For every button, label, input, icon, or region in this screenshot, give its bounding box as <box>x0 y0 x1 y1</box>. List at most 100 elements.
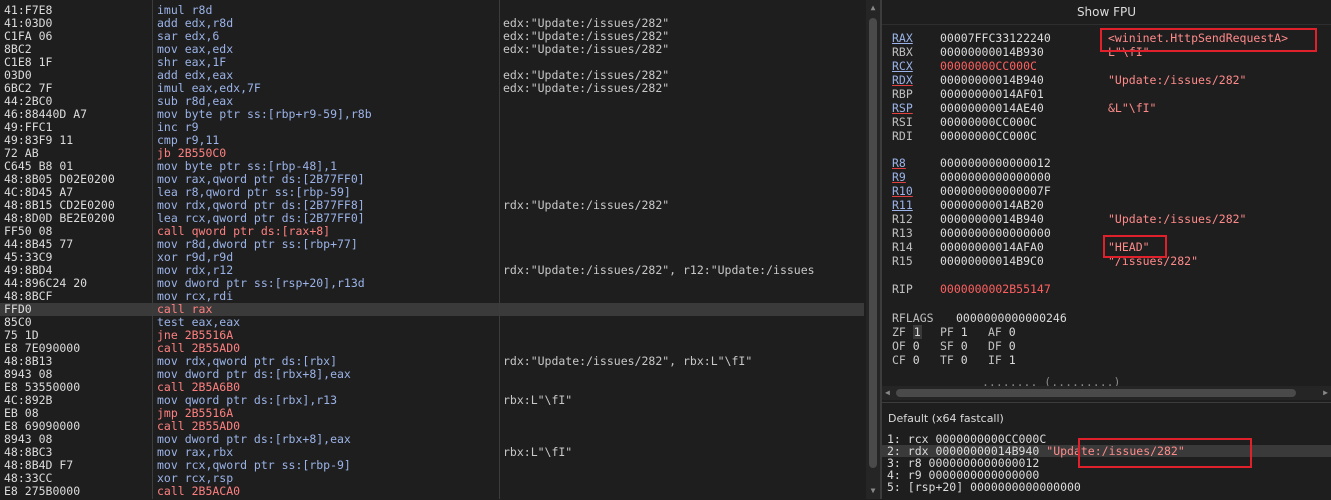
register-value[interactable]: 00000000014AF01 <box>940 87 1044 101</box>
disasm-row[interactable]: 85C0 test eax,eax <box>0 316 864 329</box>
flag-of[interactable]: OF 0 <box>892 339 920 353</box>
flag-if[interactable]: IF 1 <box>988 353 1016 367</box>
register-row[interactable]: R8 0000000000000012 <box>882 156 1331 170</box>
disasm-row[interactable]: 8BC2 mov eax,edx edx:"Update:/issues/282" <box>0 43 864 56</box>
disasm-row[interactable]: 46:88440D A7 mov byte ptr ss:[rbp+r9-59],… <box>0 108 864 121</box>
call-convention-pane[interactable]: Default (x64 fastcall) 1: rcx 0000000000… <box>882 402 1331 500</box>
register-row[interactable]: RSI 00000000CC000C <box>882 115 1331 129</box>
register-row[interactable]: RSP 00000000014AE40 &L"\fI" <box>882 101 1331 115</box>
flag-value[interactable]: 0 <box>961 339 968 353</box>
disasm-row[interactable]: 8943 08 mov dword ptr ds:[rbx+8],eax <box>0 433 864 446</box>
flag-value[interactable]: 1 <box>961 325 968 339</box>
flag-value[interactable]: 0 <box>913 353 920 367</box>
disasm-row[interactable]: 48:8BCF mov rcx,rdi <box>0 290 864 303</box>
register-row-rip[interactable]: RIP 0000000002B55147 <box>882 282 1331 296</box>
disasm-row[interactable]: 41:03D0 add edx,r8d edx:"Update:/issues/28… <box>0 17 864 30</box>
flag-sf[interactable]: SF 0 <box>940 339 968 353</box>
scroll-down-icon[interactable]: ▼ <box>868 486 878 496</box>
scroll-left-icon[interactable]: ◀ <box>885 386 890 400</box>
register-value[interactable]: 00000000014AB20 <box>940 198 1044 212</box>
register-row[interactable]: R10 000000000000007F <box>882 184 1331 198</box>
register-value[interactable]: 00000000014B940 <box>940 212 1044 226</box>
show-fpu-button[interactable]: Show FPU <box>882 0 1331 25</box>
flag-value[interactable]: 0 <box>1009 325 1016 339</box>
register-value[interactable]: 0000000000000000 <box>940 226 1051 240</box>
register-value[interactable]: 00007FFC33122240 <box>940 31 1051 45</box>
disasm-row[interactable]: 6BC2 7F imul eax,edx,7F edx:"Update:/issue… <box>0 82 864 95</box>
register-value[interactable]: 00000000014B9C0 <box>940 254 1044 268</box>
register-row[interactable]: RDI 00000000CC000C <box>882 129 1331 143</box>
register-row[interactable]: R12 00000000014B940 "Update:/issues/282" <box>882 212 1331 226</box>
register-row-rflags[interactable]: RFLAGS 0000000000000246 <box>882 311 1331 325</box>
flag-value[interactable]: 1 <box>1009 353 1016 367</box>
flag-value[interactable]: 0 <box>913 339 920 353</box>
flag-cf[interactable]: CF 0 <box>892 353 920 367</box>
flag-value[interactable]: 0 <box>1009 339 1016 353</box>
disasm-row[interactable]: 48:8B4D F7 mov rcx,qword ptr ss:[rbp-9] <box>0 459 864 472</box>
disasm-row[interactable]: FFD0 call rax <box>0 303 864 316</box>
disasm-row[interactable]: C1E8 1F shr eax,1F <box>0 56 864 69</box>
register-value[interactable]: 00000000CC000C <box>940 59 1037 73</box>
flag-value[interactable]: 0 <box>961 353 968 367</box>
flag-zf[interactable]: ZF 1 <box>892 325 922 339</box>
disasm-row[interactable]: 48:8B15 CD2E0200 mov rdx,qword ptr ds:[2B… <box>0 199 864 212</box>
disasm-row[interactable]: E8 275B0000 call 2B5ACA0 <box>0 485 864 498</box>
flag-value[interactable]: 1 <box>912 325 922 339</box>
register-value[interactable]: 0000000000000246 <box>956 311 1067 325</box>
register-value[interactable]: 00000000014B930 <box>940 45 1044 59</box>
disasm-row[interactable]: 48:8BC3 mov rax,rbx rbx:L"\fI" <box>0 446 864 459</box>
flag-af[interactable]: AF 0 <box>988 325 1016 339</box>
register-value[interactable]: 0000000000000012 <box>940 156 1051 170</box>
flag-tf[interactable]: TF 0 <box>940 353 968 367</box>
register-row[interactable]: RDX 00000000014B940 "Update:/issues/282" <box>882 73 1331 87</box>
register-value[interactable]: 0000000002B55147 <box>940 282 1051 296</box>
disasm-row[interactable]: 4C:8D45 A7 lea r8,qword ptr ss:[rbp-59] <box>0 186 864 199</box>
flag-pf[interactable]: PF 1 <box>940 325 968 339</box>
disasm-row[interactable]: 44:896C24 20 mov dword ptr ss:[rsp+20],r1… <box>0 277 864 290</box>
register-value[interactable]: 000000000000007F <box>940 184 1051 198</box>
scroll-right-icon[interactable]: ▶ <box>1323 386 1328 400</box>
disasm-row[interactable]: C645 B8 01 mov byte ptr ss:[rbp-48],1 <box>0 160 864 173</box>
disasm-row[interactable]: 49:83F9 11 cmp r9,11 <box>0 134 864 147</box>
disasm-row[interactable]: EB 08 jmp 2B5516A <box>0 407 864 420</box>
disasm-row[interactable]: 41:F7E8 imul r8d <box>0 4 864 17</box>
register-value[interactable]: 00000000014AFA0 <box>940 240 1044 254</box>
disasm-row[interactable]: 49:FFC1 inc r9 <box>0 121 864 134</box>
disasm-row[interactable]: 49:8BD4 mov rdx,r12 rdx:"Update:/issues/28… <box>0 264 864 277</box>
disasm-row[interactable]: 75 1D jne 2B5516A <box>0 329 864 342</box>
disasm-row[interactable]: FF50 08 call qword ptr ds:[rax+8] <box>0 225 864 238</box>
disasm-column-divider <box>152 0 153 499</box>
disasm-row[interactable]: E8 53550000 call 2B5A6B0 <box>0 381 864 394</box>
flag-df[interactable]: DF 0 <box>988 339 1016 353</box>
register-value[interactable]: 00000000014AE40 <box>940 101 1044 115</box>
disasm-row[interactable]: 44:8B45 77 mov r8d,dword ptr ss:[rbp+77] <box>0 238 864 251</box>
disasm-row[interactable]: 48:8B05 D02E0200 mov rax,qword ptr ds:[2B… <box>0 173 864 186</box>
register-row[interactable]: RBP 00000000014AF01 <box>882 87 1331 101</box>
scroll-thumb[interactable] <box>896 389 1296 397</box>
register-value[interactable]: 00000000CC000C <box>940 115 1037 129</box>
callstack-row[interactable]: 5: [rsp+20] 0000000000000000 <box>887 481 1081 493</box>
disasm-scrollbar[interactable]: ▲ ▼ <box>866 0 880 499</box>
disasm-row[interactable]: 72 AB jb 2B550C0 <box>0 147 864 160</box>
instruction-bytes: E8 275B0000 <box>4 484 81 498</box>
disasm-row[interactable]: 44:2BC0 sub r8d,eax <box>0 95 864 108</box>
register-row[interactable]: RCX 00000000CC000C <box>882 59 1331 73</box>
scroll-thumb[interactable] <box>869 18 877 468</box>
registers-scrollbar[interactable]: ◀ ▶ <box>882 386 1331 400</box>
disasm-row[interactable]: C1FA 06 sar edx,6 edx:"Update:/issues/282" <box>0 30 864 43</box>
disasm-row[interactable]: E8 69090000 call 2B55AD0 <box>0 420 864 433</box>
register-value[interactable]: 00000000CC000C <box>940 129 1037 143</box>
register-row[interactable]: R9 0000000000000000 <box>882 170 1331 184</box>
disasm-row[interactable]: 03D0 add edx,eax edx:"Update:/issues/282" <box>0 69 864 82</box>
register-value[interactable]: 00000000014B940 <box>940 73 1044 87</box>
scroll-up-icon[interactable]: ▲ <box>868 3 878 13</box>
registers-pane[interactable]: Show FPU RAX 00007FFC33122240 <wininet.Htt… <box>882 0 1331 400</box>
register-value[interactable]: 0000000000000000 <box>940 170 1051 184</box>
disassembly-pane[interactable]: 41:F7E8 imul r8d 41:03D0 add edx,r8d edx:"Up… <box>0 0 864 499</box>
disasm-row[interactable]: 8943 08 mov dword ptr ds:[rbx+8],eax <box>0 368 864 381</box>
disasm-row[interactable]: 48:8B13 mov rdx,qword ptr ds:[rbx] rdx:"Up… <box>0 355 864 368</box>
disasm-row[interactable]: 48:33CC xor rcx,rsp <box>0 472 864 485</box>
disasm-row[interactable]: 48:8D0D BE2E0200 lea rcx,qword ptr ds:[2B… <box>0 212 864 225</box>
disasm-row[interactable]: 4C:892B mov qword ptr ds:[rbx],r13 rbx:L"\… <box>0 394 864 407</box>
register-row[interactable]: R11 00000000014AB20 <box>882 198 1331 212</box>
